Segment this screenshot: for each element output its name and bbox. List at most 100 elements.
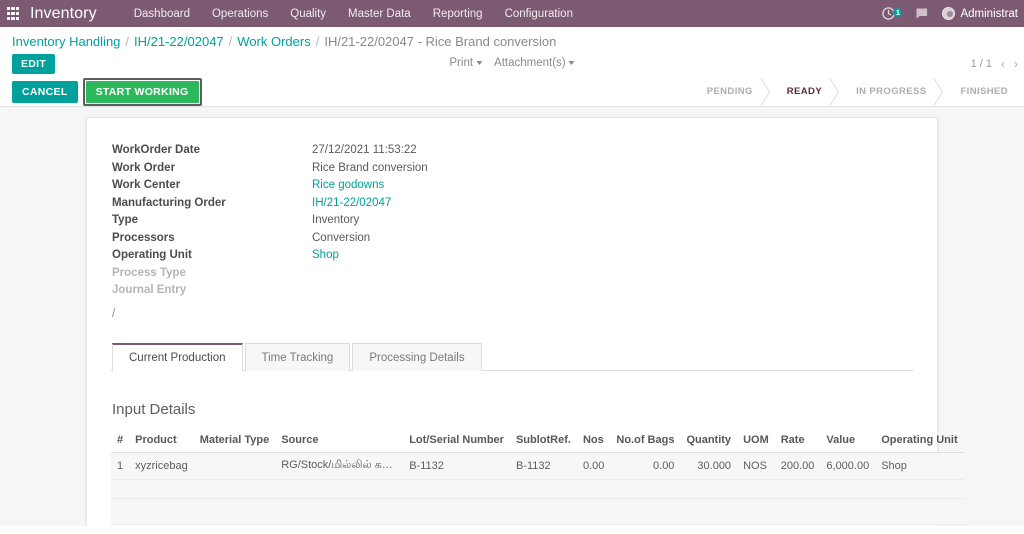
page-body: WorkOrder Date 27/12/2021 11:53:22 Work … xyxy=(0,107,1024,526)
cell-uom[interactable]: NOS xyxy=(737,452,775,479)
field-label: Process Type xyxy=(112,267,312,279)
activity-clock-icon[interactable]: 1 xyxy=(872,6,905,21)
apps-grid-icon[interactable] xyxy=(0,0,26,27)
cell-nos[interactable]: 0.00 xyxy=(577,452,610,479)
column-header-source: Source xyxy=(275,430,403,453)
record-action-menus: Print Attachment(s) xyxy=(449,57,574,69)
status-stage-ready[interactable]: READY xyxy=(769,77,838,106)
cell-product[interactable]: xyzricebag xyxy=(129,452,194,479)
field-manufacturing-order: Manufacturing Order IH/21-22/02047 xyxy=(112,197,913,215)
edit-button[interactable]: EDIT xyxy=(12,54,55,74)
column-header-uom: UOM xyxy=(737,430,775,453)
column-header-index: # xyxy=(111,430,129,453)
status-stage-in-progress[interactable]: IN PROGRESS xyxy=(838,77,942,106)
input-details-title: Input Details xyxy=(112,401,913,418)
cell-material-type[interactable] xyxy=(194,452,276,479)
start-working-button[interactable]: START WORKING xyxy=(86,81,199,103)
field-label: Work Center xyxy=(112,179,312,191)
avatar xyxy=(942,7,955,20)
column-header-nos: Nos xyxy=(577,430,610,453)
cell-rate[interactable]: 200.00 xyxy=(775,452,821,479)
attachments-label: Attachment(s) xyxy=(494,57,566,69)
status-pipeline: PENDING READY IN PROGRESS FINISHED xyxy=(695,77,1024,106)
tab-pane-current-production: Input Details # Product Material Type So… xyxy=(111,371,913,525)
breadcrumb-item-work-orders[interactable]: Work Orders xyxy=(237,34,310,49)
user-name-label: Administrat xyxy=(960,8,1018,20)
table-spacer-row xyxy=(111,479,964,498)
column-header-operating-unit: Operating Unit xyxy=(875,430,963,453)
cell-quantity[interactable]: 30.000 xyxy=(680,452,737,479)
menu-item-reporting[interactable]: Reporting xyxy=(422,2,494,26)
column-header-sublot-ref: SublotRef. xyxy=(510,430,577,453)
column-header-quantity: Quantity xyxy=(680,430,737,453)
field-label: Work Order xyxy=(112,162,312,174)
field-label: WorkOrder Date xyxy=(112,144,312,156)
field-label: Processors xyxy=(112,232,312,244)
field-label: Journal Entry xyxy=(112,284,312,296)
cell-value[interactable]: 6,000.00 xyxy=(820,452,875,479)
attachments-dropdown[interactable]: Attachment(s) xyxy=(494,57,575,69)
cell-operating-unit[interactable]: Shop xyxy=(875,452,963,479)
field-value: 27/12/2021 11:53:22 xyxy=(312,144,417,156)
field-value: Inventory xyxy=(312,214,359,226)
table-empty-row[interactable] xyxy=(111,498,964,524)
field-label: Type xyxy=(112,214,312,226)
status-stage-pending[interactable]: PENDING xyxy=(695,77,769,106)
field-value-link[interactable]: Rice godowns xyxy=(312,179,384,191)
field-work-center: Work Center Rice godowns xyxy=(112,179,913,197)
table-body: 1 xyzricebag RG/Stock/மில்லில் கடை B-113… xyxy=(111,452,964,524)
cancel-button[interactable]: CANCEL xyxy=(12,81,78,103)
breadcrumb-separator: / xyxy=(125,34,129,49)
table-header-row: # Product Material Type Source Lot/Seria… xyxy=(111,430,964,453)
cell-index: 1 xyxy=(111,452,129,479)
field-workorder-date: WorkOrder Date 27/12/2021 11:53:22 xyxy=(112,144,913,162)
tab-current-production[interactable]: Current Production xyxy=(112,343,243,371)
empty-row-cell[interactable] xyxy=(111,498,964,524)
field-processors: Processors Conversion xyxy=(112,232,913,250)
column-header-product: Product xyxy=(129,430,194,453)
breadcrumb-item-inventory-handling[interactable]: Inventory Handling xyxy=(12,34,120,49)
pager-count: 1 / 1 xyxy=(971,58,992,70)
app-brand-inventory[interactable]: Inventory xyxy=(30,5,97,23)
column-header-material-type: Material Type xyxy=(194,430,276,453)
field-type: Type Inventory xyxy=(112,214,913,232)
activity-count-badge: 1 xyxy=(893,8,902,17)
cell-sublot-ref[interactable]: B-1132 xyxy=(510,452,577,479)
menu-item-configuration[interactable]: Configuration xyxy=(494,2,584,26)
menu-item-quality[interactable]: Quality xyxy=(279,2,337,26)
menu-item-master-data[interactable]: Master Data xyxy=(337,2,422,26)
menu-item-dashboard[interactable]: Dashboard xyxy=(123,2,201,26)
chat-bubble-icon[interactable] xyxy=(905,6,938,21)
menu-item-operations[interactable]: Operations xyxy=(201,2,279,26)
print-dropdown[interactable]: Print xyxy=(449,57,482,69)
field-label: Manufacturing Order xyxy=(112,197,312,209)
field-value: Conversion xyxy=(312,232,370,244)
cell-no-of-bags[interactable]: 0.00 xyxy=(610,452,680,479)
field-value: Rice Brand conversion xyxy=(312,162,428,174)
chevron-right-icon[interactable]: › xyxy=(1014,57,1018,71)
tab-processing-details[interactable]: Processing Details xyxy=(352,343,481,371)
field-value-link[interactable]: IH/21-22/02047 xyxy=(312,197,391,209)
status-action-row: CANCEL START WORKING PENDING READY IN PR… xyxy=(0,77,1024,107)
start-working-focus-ring: START WORKING xyxy=(83,78,202,106)
breadcrumb-item-manufacturing-order[interactable]: IH/21-22/02047 xyxy=(134,34,224,49)
user-menu[interactable]: Administrat xyxy=(938,7,1024,20)
print-label: Print xyxy=(449,57,473,69)
chevron-left-icon[interactable]: ‹ xyxy=(1001,57,1005,71)
tab-time-tracking[interactable]: Time Tracking xyxy=(245,343,351,371)
field-value-link[interactable]: Shop xyxy=(312,249,339,261)
status-stage-finished[interactable]: FINISHED xyxy=(942,77,1024,106)
field-process-type: Process Type xyxy=(112,267,913,285)
cell-lot-serial-number[interactable]: B-1132 xyxy=(403,452,510,479)
breadcrumb-item-current: IH/21-22/02047 - Rice Brand conversion xyxy=(324,34,556,49)
chevron-down-icon xyxy=(476,61,482,65)
breadcrumb-separator: / xyxy=(316,34,320,49)
field-journal-entry: Journal Entry xyxy=(112,284,913,302)
breadcrumb-separator: / xyxy=(229,34,233,49)
cell-source[interactable]: RG/Stock/மில்லில் கடை xyxy=(275,452,403,479)
column-header-rate: Rate xyxy=(775,430,821,453)
navbar-right-tools: 1 Administrat xyxy=(872,0,1024,27)
table-row[interactable]: 1 xyzricebag RG/Stock/மில்லில் கடை B-113… xyxy=(111,452,964,479)
workorder-form-fields: WorkOrder Date 27/12/2021 11:53:22 Work … xyxy=(111,144,913,320)
record-control-row: EDIT Print Attachment(s) 1 / 1 ‹ › xyxy=(0,51,1024,77)
